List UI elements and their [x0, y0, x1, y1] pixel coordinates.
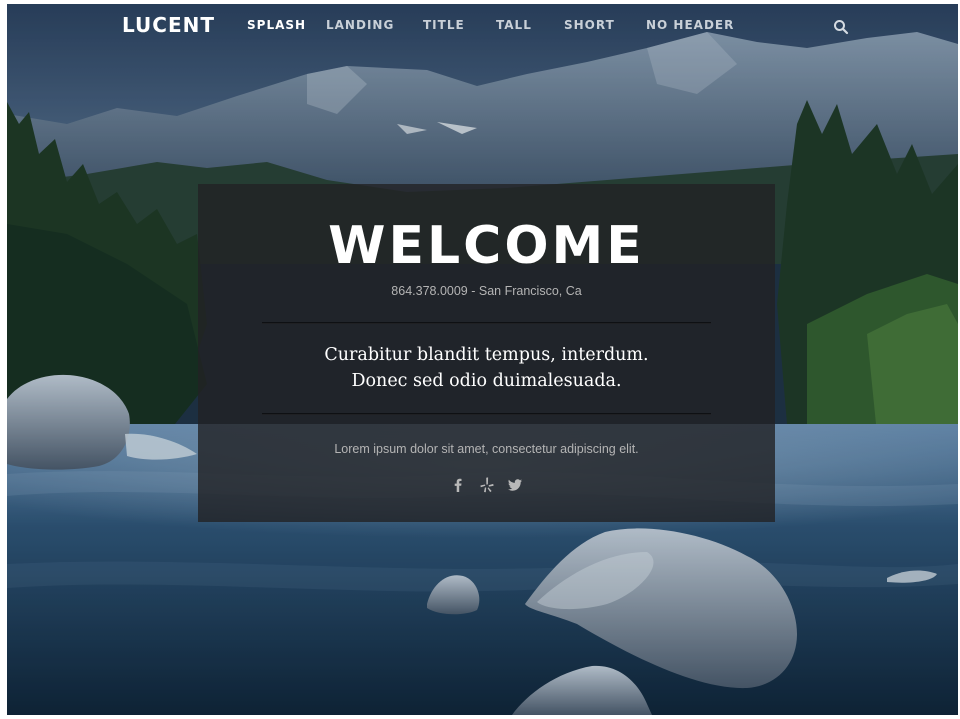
intro-text: Lorem ipsum dolor sit amet, consectetur …	[334, 442, 639, 456]
tagline-line-1: Curabitur blandit tempus, interdum.	[324, 345, 649, 365]
nav-item-splash[interactable]: SPLASH	[247, 18, 306, 32]
welcome-panel: WELCOME 864.378.0009 - San Francisco, Ca…	[198, 184, 775, 522]
yelp-icon[interactable]	[478, 476, 496, 494]
nav-item-title[interactable]: TITLE	[423, 18, 465, 32]
nav-item-tall[interactable]: TALL	[496, 18, 532, 32]
top-navigation: LUCENT SPLASH LANDING TITLE TALL SHORT N…	[7, 4, 958, 48]
page-frame: LUCENT SPLASH LANDING TITLE TALL SHORT N…	[0, 0, 960, 719]
contact-info: 864.378.0009 - San Francisco, Ca	[391, 284, 582, 298]
nav-item-short[interactable]: SHORT	[564, 18, 615, 32]
hero-background: LUCENT SPLASH LANDING TITLE TALL SHORT N…	[7, 4, 958, 715]
nav-item-landing[interactable]: LANDING	[326, 18, 394, 32]
twitter-icon[interactable]	[506, 476, 524, 494]
site-logo[interactable]: LUCENT	[122, 13, 215, 37]
nav-item-no-header[interactable]: NO HEADER	[646, 18, 734, 32]
divider	[262, 413, 711, 415]
tagline-line-2: Donec sed odio duimalesuada.	[351, 371, 622, 391]
divider	[262, 322, 711, 324]
search-icon[interactable]	[833, 19, 849, 35]
page-title: WELCOME	[328, 216, 645, 276]
social-links	[198, 476, 775, 494]
facebook-icon[interactable]	[449, 476, 467, 494]
